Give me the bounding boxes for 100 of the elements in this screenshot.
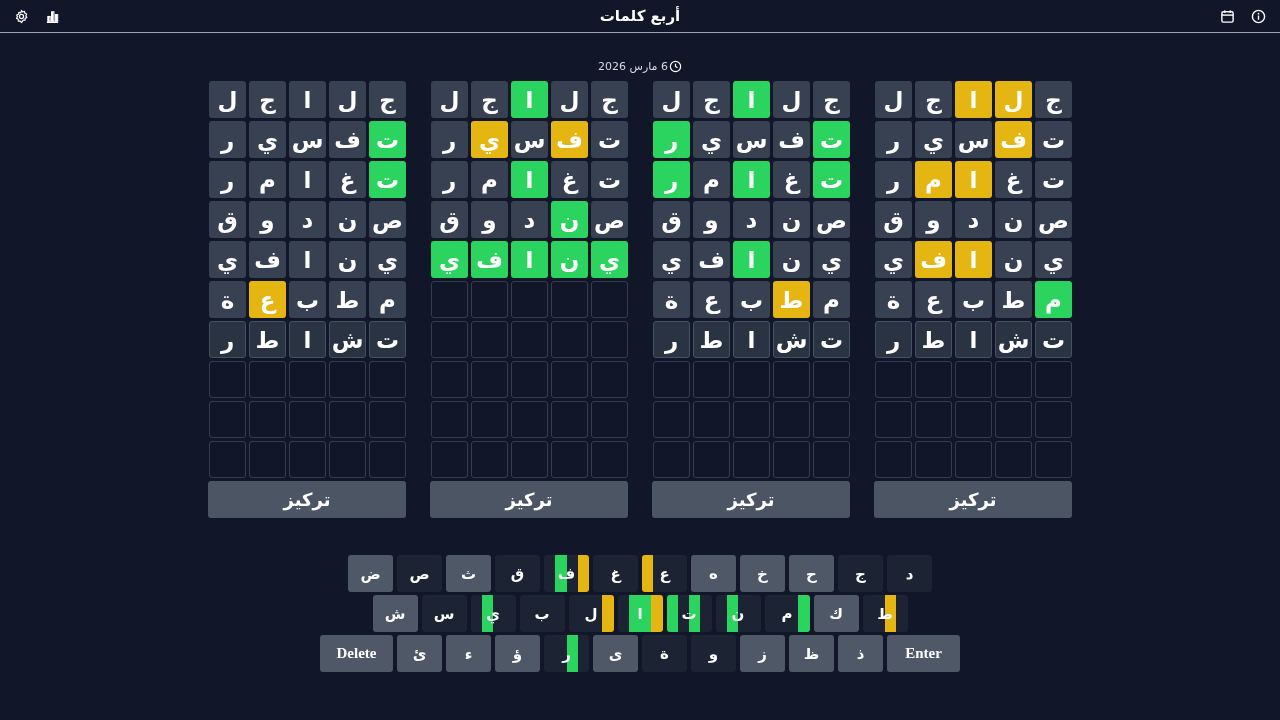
letter-tile: ل <box>551 81 588 118</box>
focus-button[interactable]: تركيز <box>430 481 628 518</box>
letter-tile: م <box>813 281 850 318</box>
letter-tile: ا <box>289 241 326 278</box>
keyboard-key[interactable]: ئ <box>397 635 442 672</box>
empty-tile <box>813 401 850 438</box>
keyboard-key[interactable]: ي <box>470 595 516 632</box>
calendar-icon[interactable] <box>1220 8 1235 24</box>
letter-tile: ل <box>773 81 810 118</box>
keyboard-key[interactable]: ش <box>372 595 418 632</box>
keyboard-key[interactable]: Delete <box>320 635 393 672</box>
letter-tile: ا <box>733 241 770 278</box>
empty-tile <box>995 361 1032 398</box>
empty-tile <box>955 361 992 398</box>
letter-tile: ا <box>955 161 992 198</box>
letter-tile: ف <box>773 121 810 158</box>
keyboard-key[interactable]: ة <box>642 635 687 672</box>
letter-tile: ر <box>875 321 912 358</box>
keyboard-key[interactable]: ث <box>446 555 491 592</box>
keyboard-key[interactable]: غ <box>593 555 638 592</box>
keyboard-key[interactable]: و <box>691 635 736 672</box>
letter-tile: ا <box>511 241 548 278</box>
letter-tile: و <box>471 201 508 238</box>
settings-icon[interactable] <box>14 8 29 24</box>
empty-tile <box>471 441 508 478</box>
letter-tile: ب <box>733 281 770 318</box>
letter-tile: ي <box>653 241 690 278</box>
keyboard-key[interactable]: ج <box>838 555 883 592</box>
keyboard-key[interactable]: ص <box>397 555 442 592</box>
letter-tile: و <box>693 201 730 238</box>
keyboard-key[interactable]: ت <box>666 595 712 632</box>
keyboard-key[interactable]: Enter <box>887 635 960 672</box>
empty-tile <box>1035 361 1072 398</box>
letter-tile: ي <box>875 241 912 278</box>
empty-tile <box>289 361 326 398</box>
app-title: أربع كلمات <box>599 7 681 25</box>
focus-button[interactable]: تركيز <box>208 481 406 518</box>
letter-tile: ط <box>693 321 730 358</box>
letter-tile: ي <box>471 121 508 158</box>
letter-tile: ت <box>1035 161 1072 198</box>
keyboard-key[interactable]: ل <box>568 595 614 632</box>
letter-tile: ب <box>955 281 992 318</box>
empty-tile <box>995 401 1032 438</box>
empty-tile <box>773 441 810 478</box>
letter-tile: ت <box>1035 121 1072 158</box>
bar-chart-icon[interactable] <box>45 8 60 24</box>
keyboard-key[interactable]: ك <box>813 595 859 632</box>
empty-tile <box>431 321 468 358</box>
keyboard-key[interactable]: س <box>421 595 467 632</box>
keyboard-key[interactable]: م <box>764 595 810 632</box>
focus-button[interactable]: تركيز <box>652 481 850 518</box>
empty-tile <box>209 401 246 438</box>
letter-tile: ص <box>591 201 628 238</box>
keyboard-key[interactable]: ض <box>348 555 393 592</box>
letter-tile: ا <box>289 81 326 118</box>
empty-tile <box>591 401 628 438</box>
letter-tile: و <box>249 201 286 238</box>
empty-tile <box>551 321 588 358</box>
keyboard-key[interactable]: د <box>887 555 932 592</box>
empty-tile <box>875 361 912 398</box>
letter-tile: ي <box>369 241 406 278</box>
letter-tile: ة <box>209 281 246 318</box>
keyboard-key[interactable]: ط <box>862 595 908 632</box>
keyboard-key[interactable]: ء <box>446 635 491 672</box>
empty-tile <box>329 401 366 438</box>
keyboard-key[interactable]: ه <box>691 555 736 592</box>
letter-tile: ق <box>209 201 246 238</box>
clock-icon <box>669 59 682 73</box>
letter-tile: ج <box>1035 81 1072 118</box>
letter-tile: و <box>915 201 952 238</box>
empty-tile <box>875 401 912 438</box>
letter-tile: ا <box>955 321 992 358</box>
keyboard-key[interactable]: خ <box>740 555 785 592</box>
keyboard-key[interactable]: ؤ <box>495 635 540 672</box>
keyboard-key[interactable]: ز <box>740 635 785 672</box>
focus-button[interactable]: تركيز <box>874 481 1072 518</box>
keyboard-key[interactable]: ب <box>519 595 565 632</box>
empty-tile <box>693 401 730 438</box>
keyboard-key[interactable]: ع <box>642 555 687 592</box>
letter-tile: ج <box>591 81 628 118</box>
letter-tile: ت <box>591 121 628 158</box>
letter-tile: ف <box>329 121 366 158</box>
letter-tile: ر <box>875 161 912 198</box>
empty-tile <box>289 401 326 438</box>
letter-tile: ر <box>431 161 468 198</box>
empty-tile <box>591 441 628 478</box>
keyboard-key[interactable]: ظ <box>789 635 834 672</box>
info-icon[interactable] <box>1251 8 1266 24</box>
keyboard-key[interactable]: ق <box>495 555 540 592</box>
letter-tile: ن <box>551 241 588 278</box>
letter-tile: س <box>289 121 326 158</box>
letter-tile: د <box>511 201 548 238</box>
keyboard-key[interactable]: ذ <box>838 635 883 672</box>
keyboard-key[interactable]: ى <box>593 635 638 672</box>
letter-tile: م <box>693 161 730 198</box>
keyboard-key[interactable]: ح <box>789 555 834 592</box>
letter-tile: ج <box>813 81 850 118</box>
letter-tile: ج <box>249 81 286 118</box>
letter-tile: م <box>915 161 952 198</box>
empty-tile <box>249 401 286 438</box>
